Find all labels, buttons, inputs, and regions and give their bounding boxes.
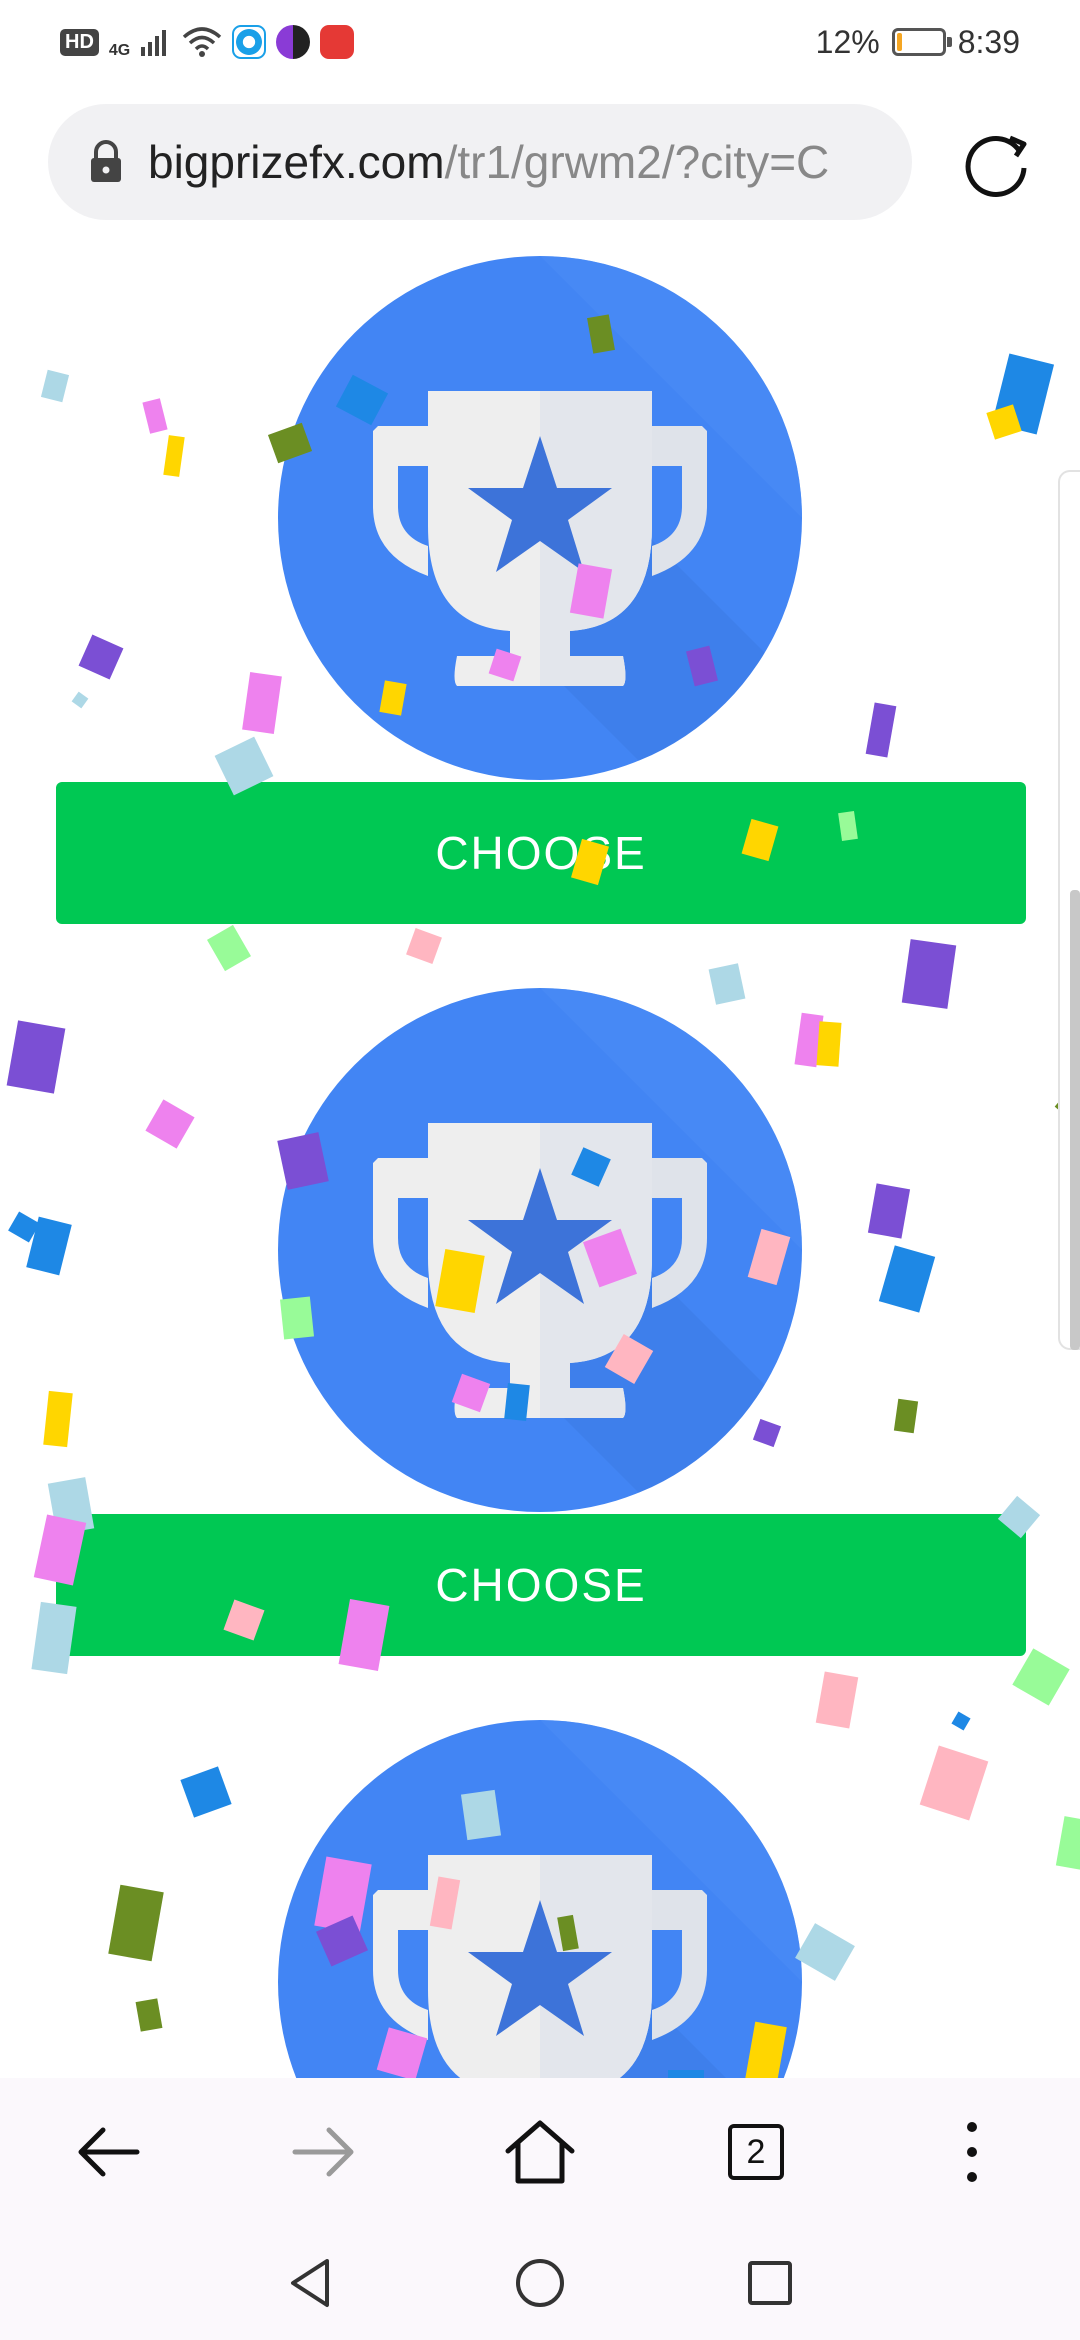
confetti-piece [6,1020,66,1094]
confetti-piece [986,404,1022,440]
confetti-piece [145,1099,195,1149]
status-bar: HD 4G 12% 8:39 [0,0,1080,84]
confetti-piece [816,1021,842,1067]
status-left: HD 4G [60,24,355,60]
confetti-piece [1055,1816,1080,1870]
system-navigation [0,2226,1080,2340]
confetti-piece [242,672,282,734]
confetti-piece [795,1923,855,1981]
confetti-piece [78,634,124,680]
home-icon [505,2120,575,2184]
confetti-piece [71,691,89,709]
tab-count: 2 [728,2124,784,2180]
scrollbar-thumb[interactable] [1070,890,1080,1350]
wifi-icon [183,27,222,57]
browser-toolbar: 2 [0,2078,1080,2226]
arrow-right-icon [292,2127,354,2177]
chat-app-icon [276,25,311,59]
system-home-button[interactable] [425,2233,655,2333]
confetti-piece [43,1390,73,1448]
battery-level [896,33,902,51]
confetti-piece [180,1766,232,1818]
confetti-piece [893,1398,919,1434]
confetti-piece [865,702,897,758]
confetti-piece [108,1884,164,1962]
browser-app-icon [232,25,267,59]
status-right: 12% 8:39 [816,24,1020,61]
huawei-app-icon [320,25,355,59]
confetti-piece [951,1711,971,1731]
trophy-icon[interactable] [278,1720,802,2078]
url-text[interactable]: bigprizefx.com/tr1/grwm2/?city=C [148,135,829,189]
trophy-icon[interactable] [278,988,802,1512]
confetti-piece [163,435,185,477]
confetti-piece [135,1998,163,2032]
arrow-left-icon [78,2127,140,2177]
confetti-piece [26,1216,72,1276]
confetti-piece [867,1183,911,1239]
hd-badge: HD [60,28,99,56]
confetti-piece [8,1211,40,1243]
url-path: /tr1/grwm2/?city=C [444,136,830,188]
triangle-back-icon [291,2259,329,2307]
confetti-piece [815,1671,859,1729]
square-recents-icon [748,2261,792,2305]
choose-button[interactable]: CHOOSE [56,782,1026,924]
tabs-button[interactable]: 2 [706,2102,806,2202]
system-recents-button[interactable] [655,2233,885,2333]
system-back-button[interactable] [195,2233,425,2333]
reload-button[interactable] [956,124,1036,204]
confetti-piece [878,1245,936,1313]
confetti-piece [1012,1648,1070,1706]
confetti-piece [142,398,168,434]
confetti-piece [406,928,442,964]
prize-list: CHOOSE CHOOSE [0,232,1080,2078]
address-bar[interactable]: bigprizefx.com/tr1/grwm2/?city=C [48,104,912,220]
confetti-piece [901,939,957,1009]
confetti-piece [207,924,251,972]
clock: 8:39 [957,23,1020,60]
menu-button[interactable] [922,2102,1022,2202]
confetti-piece [919,1745,989,1821]
network-type: 4G [108,42,131,59]
circle-home-icon [516,2259,564,2307]
home-button[interactable] [490,2102,590,2202]
url-domain: bigprizefx.com [148,136,445,188]
battery-percent: 12% [815,23,880,60]
back-button[interactable] [58,2102,158,2202]
confetti-piece [991,353,1055,435]
lock-icon[interactable] [88,140,124,184]
reload-icon [965,135,1027,197]
signal-icon [141,30,167,56]
forward-button[interactable] [274,2102,374,2202]
address-bar-row: bigprizefx.com/tr1/grwm2/?city=C [0,104,1080,222]
battery-icon [891,28,952,56]
trophy-icon[interactable] [278,256,802,780]
more-vertical-icon [967,2122,977,2182]
choose-button[interactable]: CHOOSE [56,1514,1026,1656]
confetti-piece [40,369,70,403]
browser-screen: HD 4G 12% 8:39 bigprizefx.com/tr1/grwm2/… [0,0,1080,2340]
